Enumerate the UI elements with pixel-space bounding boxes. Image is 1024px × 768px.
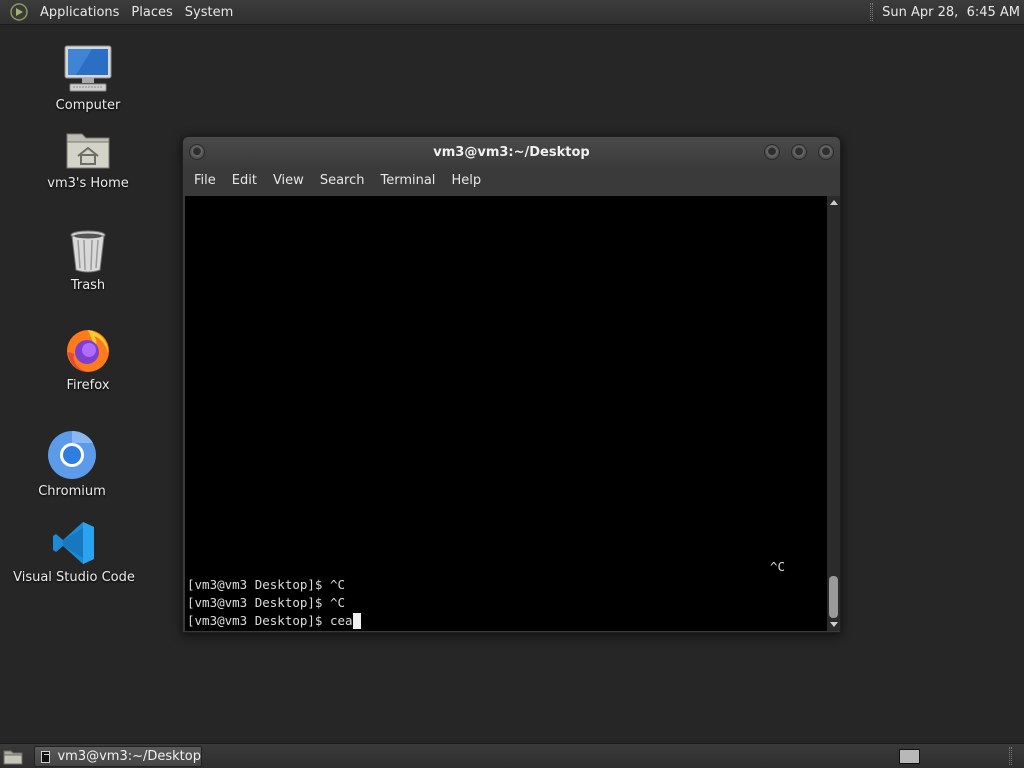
window-titlebar[interactable]: vm3@vm3:~/Desktop: [183, 137, 840, 167]
trash-icon: [70, 230, 106, 273]
terminal-window[interactable]: vm3@vm3:~/Desktop File Edit View Search …: [182, 136, 841, 633]
terminal-scrollbar[interactable]: [827, 196, 840, 631]
desktop-icon-label: Visual Studio Code: [13, 570, 135, 585]
show-desktop-icon[interactable]: [3, 748, 23, 765]
terminal-cursor: [352, 613, 361, 629]
taskbar-window-label: vm3@vm3:~/Desktop: [57, 749, 201, 764]
clock[interactable]: Sun Apr 28, 6:45 AM: [882, 5, 1024, 20]
desktop-icon-label: vm3's Home: [47, 176, 129, 191]
chromium-icon: [48, 430, 96, 479]
panel-separator: [1009, 747, 1012, 765]
panel-separator: [870, 3, 874, 21]
menu-view[interactable]: View: [265, 167, 312, 195]
workspace-switcher[interactable]: [899, 749, 920, 764]
terminal-menubar: File Edit View Search Terminal Help: [183, 167, 840, 195]
window-title: vm3@vm3:~/Desktop: [433, 145, 590, 160]
menu-applications[interactable]: Applications: [34, 0, 125, 25]
menu-edit[interactable]: Edit: [224, 167, 265, 195]
close-icon[interactable]: [818, 144, 834, 160]
scroll-down-icon[interactable]: [830, 622, 838, 627]
menu-terminal[interactable]: Terminal: [372, 167, 443, 195]
scroll-up-icon[interactable]: [830, 200, 838, 205]
desktop-icon-label: Computer: [55, 98, 121, 113]
desktop-icon-label: Chromium: [38, 484, 106, 499]
terminal-icon: [41, 750, 51, 763]
desktop-icon-computer[interactable]: Computer: [18, 44, 158, 113]
terminal-line: [vm3@vm3 Desktop]$ ^C: [187, 595, 346, 610]
menu-search[interactable]: Search: [312, 167, 373, 195]
menu-help[interactable]: Help: [443, 167, 489, 195]
desktop-icon-trash[interactable]: Trash: [18, 228, 158, 293]
gnome-foot-icon[interactable]: [10, 3, 28, 21]
top-panel: Applications Places System Sun Apr 28, 6…: [0, 0, 1024, 25]
desktop-icon-home[interactable]: vm3's Home: [18, 128, 158, 191]
minimize-icon[interactable]: [764, 144, 780, 160]
terminal-output[interactable]: ^C [vm3@vm3 Desktop]$ ^C [vm3@vm3 Deskto…: [185, 196, 827, 631]
maximize-icon[interactable]: [791, 144, 807, 160]
vscode-icon: [53, 522, 94, 564]
menu-system[interactable]: System: [179, 0, 239, 25]
desktop-icon-chromium[interactable]: Chromium: [2, 430, 142, 499]
desktop-icon-label: Firefox: [66, 378, 110, 393]
desktop-icon-label: Trash: [70, 278, 106, 293]
top-panel-right: Sun Apr 28, 6:45 AM: [870, 0, 1024, 25]
firefox-icon: [67, 330, 109, 372]
bottom-panel: vm3@vm3:~/Desktop: [0, 743, 1024, 768]
menu-file[interactable]: File: [186, 167, 224, 195]
terminal-stray-output: ^C: [770, 559, 786, 574]
menu-places[interactable]: Places: [125, 0, 178, 25]
home-folder-icon: [66, 133, 110, 169]
terminal-line: [vm3@vm3 Desktop]$ ^C: [187, 577, 346, 592]
scrollbar-thumb[interactable]: [829, 576, 838, 618]
terminal-prompt-line: [vm3@vm3 Desktop]$ cea: [187, 613, 361, 629]
terminal-line: [vm3@vm3 Desktop]$ cea: [187, 613, 353, 628]
computer-icon: [64, 45, 112, 92]
desktop-icon-firefox[interactable]: Firefox: [18, 326, 158, 393]
desktop-icon-vscode[interactable]: Visual Studio Code: [4, 520, 144, 585]
taskbar-window-button[interactable]: vm3@vm3:~/Desktop: [34, 746, 202, 767]
